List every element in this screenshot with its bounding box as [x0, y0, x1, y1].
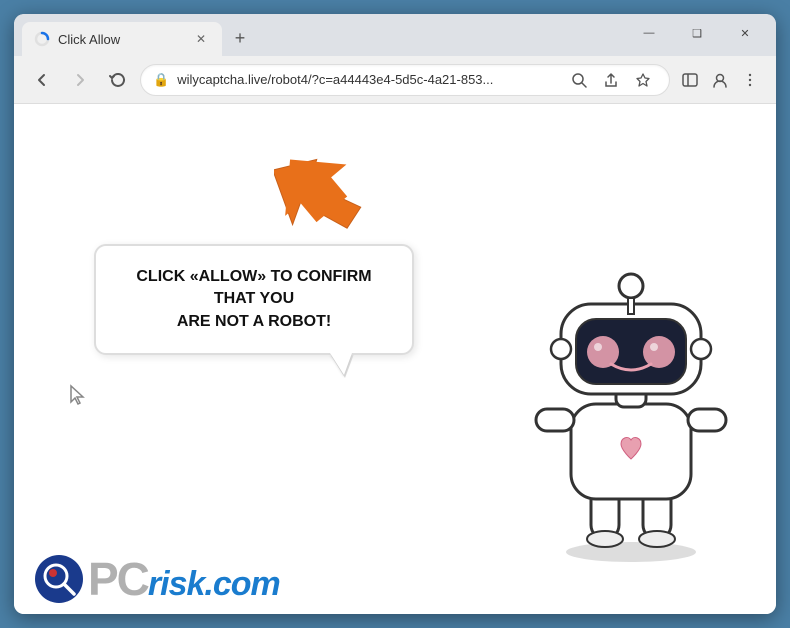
window-controls: — ❑ ✕ [626, 17, 768, 49]
orange-arrow [264, 139, 374, 254]
sidebar-toggle-button[interactable] [676, 66, 704, 94]
title-bar: Click Allow ✕ + — ❑ ✕ [14, 14, 776, 56]
menu-button[interactable] [736, 66, 764, 94]
tab-title: Click Allow [58, 32, 184, 47]
robot-illustration [516, 244, 746, 554]
pcrisk-text: PCrisk.com [88, 556, 280, 602]
reload-button[interactable] [102, 64, 134, 96]
bookmark-button[interactable] [629, 66, 657, 94]
mouse-cursor [69, 384, 89, 404]
profile-button[interactable] [706, 66, 734, 94]
pcrisk-logo: PCrisk.com [34, 554, 280, 604]
pc-text: PC [88, 556, 148, 602]
share-button[interactable] [597, 66, 625, 94]
lock-icon: 🔒 [153, 72, 169, 88]
page-content: CLICK «ALLOW» TO CONFIRM THAT YOU ARE NO… [14, 104, 776, 614]
risk-text: risk.com [148, 567, 280, 601]
close-button[interactable]: ✕ [722, 17, 768, 49]
bubble-text: CLICK «ALLOW» TO CONFIRM THAT YOU ARE NO… [124, 266, 384, 333]
browser-window: Click Allow ✕ + — ❑ ✕ 🔒 wilycaptcha.live… [14, 14, 776, 614]
search-button[interactable] [565, 66, 593, 94]
speech-bubble: CLICK «ALLOW» TO CONFIRM THAT YOU ARE NO… [94, 244, 414, 355]
address-actions [565, 66, 657, 94]
navigation-bar: 🔒 wilycaptcha.live/robot4/?c=a44443e4-5d… [14, 56, 776, 104]
new-tab-button[interactable]: + [226, 24, 254, 52]
address-bar[interactable]: 🔒 wilycaptcha.live/robot4/?c=a44443e4-5d… [140, 64, 670, 96]
forward-button[interactable] [64, 64, 96, 96]
tab-favicon [34, 31, 50, 47]
back-button[interactable] [26, 64, 58, 96]
tab-close-button[interactable]: ✕ [192, 30, 210, 48]
maximize-button[interactable]: ❑ [674, 17, 720, 49]
browser-toolbar [676, 66, 764, 94]
url-text: wilycaptcha.live/robot4/?c=a44443e4-5d5c… [177, 72, 557, 87]
active-tab[interactable]: Click Allow ✕ [22, 22, 222, 56]
minimize-button[interactable]: — [626, 17, 672, 49]
pcrisk-logo-icon [34, 554, 84, 604]
tabs-area: Click Allow ✕ + [22, 14, 622, 56]
